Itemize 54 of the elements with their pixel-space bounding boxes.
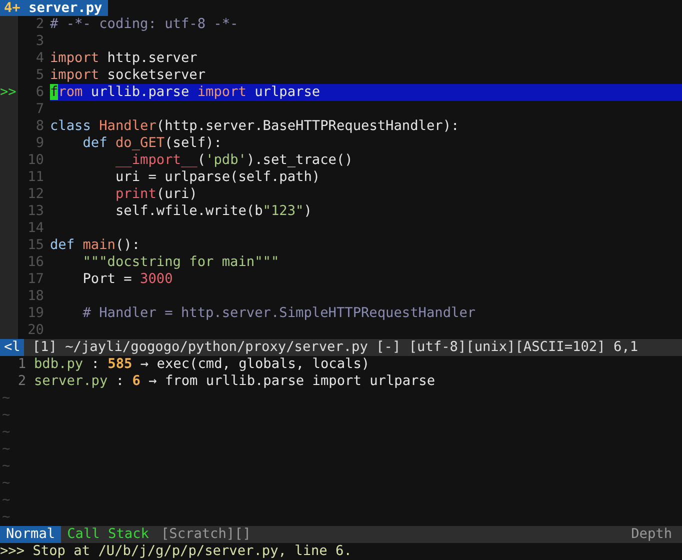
empty-line-marker: ~	[1, 390, 10, 407]
line-number: 4	[34, 50, 45, 67]
code-line: print(uri)	[114, 186, 198, 202]
current-line-marker: >>	[0, 84, 16, 101]
stack-number: 2	[16, 373, 27, 390]
code-line: class Handler(http.server.BaseHTTPRequestHandler):	[50, 118, 460, 134]
empty-line-marker: ~	[1, 492, 10, 509]
line-number: 12	[26, 186, 45, 203]
stack-frame[interactable]: bdb.py : 585 → exec(cmd, globals, locals)	[34, 356, 370, 373]
stack-number: 1	[16, 356, 27, 373]
code-line: __import__('pdb').set_trace()	[114, 152, 353, 168]
line-number: 16	[26, 254, 45, 271]
line-number: 11	[26, 169, 45, 186]
line-number: 13	[26, 203, 45, 220]
buffer-tab[interactable]: 4+ server.py	[0, 0, 108, 16]
code-line: f rom urllib.parse import urlparse	[50, 84, 320, 100]
line-number: 17	[26, 271, 45, 288]
code-line: uri = urlparse(self.path)	[114, 169, 320, 185]
line-number: 7	[34, 101, 45, 118]
line-number: 14	[26, 220, 45, 237]
code-line: """docstring for main"""	[82, 254, 280, 270]
line-number: 10	[26, 152, 45, 169]
code-line: import http.server	[50, 50, 198, 66]
line-number: 2	[34, 16, 45, 33]
file-status: [1] ~/jayli/gogogo/python/proxy/server.py [-] [utf-8][unix][ASCII=102] 6,1	[31, 339, 638, 356]
line-number: 3	[34, 33, 45, 50]
line-number: 9	[34, 135, 45, 152]
buffer-list: [Scratch][]	[160, 526, 251, 542]
line-number: 18	[26, 288, 45, 305]
code-line: def do_GET(self):	[82, 135, 222, 151]
line-number: 8	[34, 118, 45, 135]
code-line: def main():	[50, 237, 140, 253]
line-number: 6	[34, 84, 45, 101]
empty-line-marker: ~	[1, 441, 10, 458]
empty-line-marker: ~	[1, 458, 10, 475]
code-line: import socketserver	[50, 67, 206, 83]
depth-label: Depth	[631, 526, 673, 543]
panel-title: Call Stack	[66, 526, 150, 543]
stack-frame[interactable]: server.py : 6 → from urllib.parse import urlparse	[34, 373, 436, 390]
code-line: self.wfile.write(b"123")	[114, 203, 312, 219]
line-number: 19	[26, 305, 45, 322]
empty-line-marker: ~	[1, 407, 10, 424]
mode-label: Normal	[0, 526, 62, 543]
empty-line-marker: ~	[1, 475, 10, 492]
line-number: 5	[34, 67, 45, 84]
command-output: >>> Stop at /U/b/j/g/p/p/server.py, line 6.	[0, 543, 352, 560]
line-number: 20	[26, 322, 45, 339]
mode-indicator: <l	[0, 339, 24, 356]
code-line: # -*- coding: utf-8 -*-	[50, 16, 238, 32]
line-number: 15	[26, 237, 45, 254]
empty-line-marker: ~	[1, 509, 10, 526]
code-line: Port = 3000	[82, 271, 173, 287]
empty-line-marker: ~	[1, 424, 10, 441]
code-line: # Handler = http.server.SimpleHTTPRequestHandler	[82, 305, 476, 321]
